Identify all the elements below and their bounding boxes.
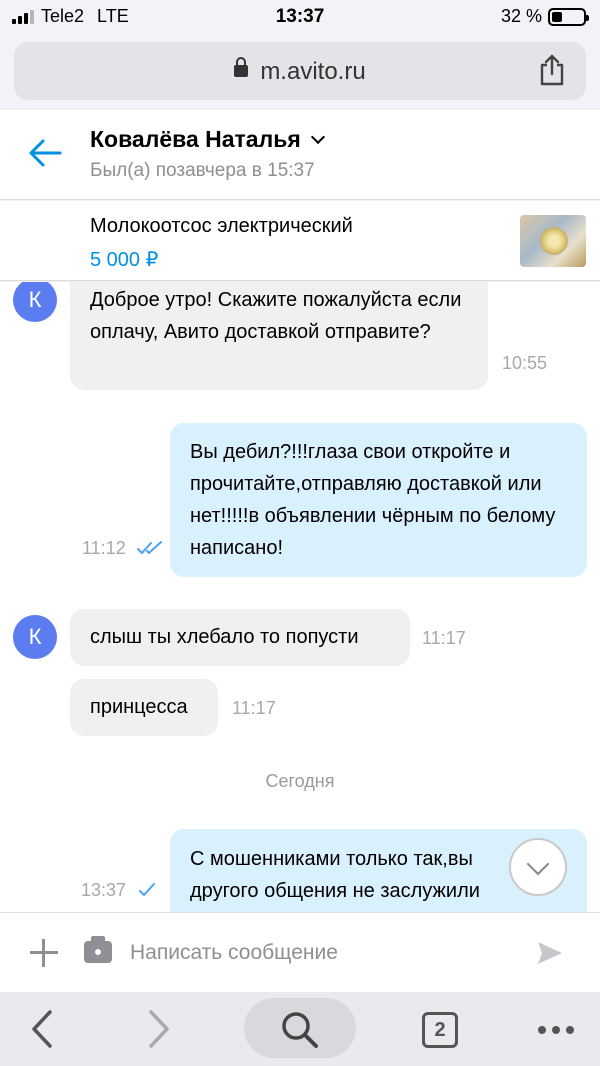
message-list[interactable]: К Доброе утро! Скажите пожалуйста если о… xyxy=(0,282,600,912)
share-icon[interactable] xyxy=(538,54,566,86)
sent-tick-icon xyxy=(139,883,155,896)
contact-name-text: Ковалёва Наталья xyxy=(90,126,301,152)
message-text: С мошенниками только так,вы другого обще… xyxy=(190,848,480,902)
message-input[interactable] xyxy=(130,937,510,969)
message-time: 11:17 xyxy=(232,698,276,718)
avatar[interactable]: К xyxy=(13,282,57,322)
message-time: 13:37 xyxy=(81,880,127,900)
address-bar[interactable]: m.avito.ru xyxy=(14,42,586,100)
read-ticks-icon xyxy=(137,541,162,554)
more-icon[interactable] xyxy=(538,1026,574,1034)
message-bubble-incoming[interactable]: Доброе утро! Скажите пожалуйста если опл… xyxy=(70,282,488,390)
status-right: 32 % xyxy=(500,6,589,27)
message-bubble-outgoing[interactable]: Вы дебил?!!!глаза свои откройте и прочит… xyxy=(170,423,587,577)
listing-title: Молокоотсос электрический xyxy=(90,215,353,237)
listing-price: 5 000 ₽ xyxy=(90,249,159,271)
scroll-down-button[interactable] xyxy=(509,838,567,896)
battery-level xyxy=(552,11,562,22)
avatar[interactable]: К xyxy=(13,615,57,659)
camera-icon[interactable] xyxy=(84,936,112,963)
status-bar: Tele2 LTE 13:37 32 % xyxy=(0,0,600,34)
message-time: 11:17 xyxy=(422,628,466,648)
send-icon[interactable] xyxy=(536,939,564,967)
listing-card[interactable]: Молокоотсос электрический 5 000 ₽ xyxy=(0,201,600,281)
search-button[interactable] xyxy=(244,998,356,1058)
search-icon xyxy=(282,1012,318,1048)
message-composer xyxy=(0,912,600,992)
message-time: 10:55 xyxy=(502,353,548,373)
message-bubble-incoming[interactable]: принцесса xyxy=(70,679,218,736)
chevron-right-icon[interactable] xyxy=(147,1009,171,1049)
chevron-left-icon[interactable] xyxy=(30,1009,54,1049)
message-text: Вы дебил?!!!глаза свои откройте и прочит… xyxy=(190,441,556,559)
url-text: m.avito.ru xyxy=(260,58,366,85)
listing-thumbnail[interactable] xyxy=(520,215,586,267)
contact-name[interactable]: Ковалёва Наталья xyxy=(90,126,325,153)
arrow-left-icon[interactable] xyxy=(28,138,62,168)
last-seen: Был(а) позавчера в 15:37 xyxy=(90,160,315,181)
message-text: Доброе утро! Скажите пожалуйста если опл… xyxy=(90,289,462,343)
chevron-down-icon xyxy=(310,129,325,145)
tabs-button[interactable]: 2 xyxy=(422,1012,458,1048)
battery-icon xyxy=(548,7,589,26)
message-text: принцесса xyxy=(90,696,188,718)
chat-header: Ковалёва Наталья Был(а) позавчера в 15:3… xyxy=(0,110,600,200)
message-time: 11:12 xyxy=(82,538,126,558)
message-bubble-incoming[interactable]: слыш ты хлебало то попусти xyxy=(70,609,410,666)
browser-toolbar: 2 xyxy=(0,992,600,1066)
lock-icon xyxy=(234,56,249,77)
battery-percent: 32 % xyxy=(500,6,542,26)
plus-icon[interactable] xyxy=(30,939,58,967)
date-separator: Сегодня xyxy=(265,771,335,791)
message-text: слыш ты хлебало то попусти xyxy=(90,626,359,648)
url-display[interactable]: m.avito.ru xyxy=(14,56,586,86)
